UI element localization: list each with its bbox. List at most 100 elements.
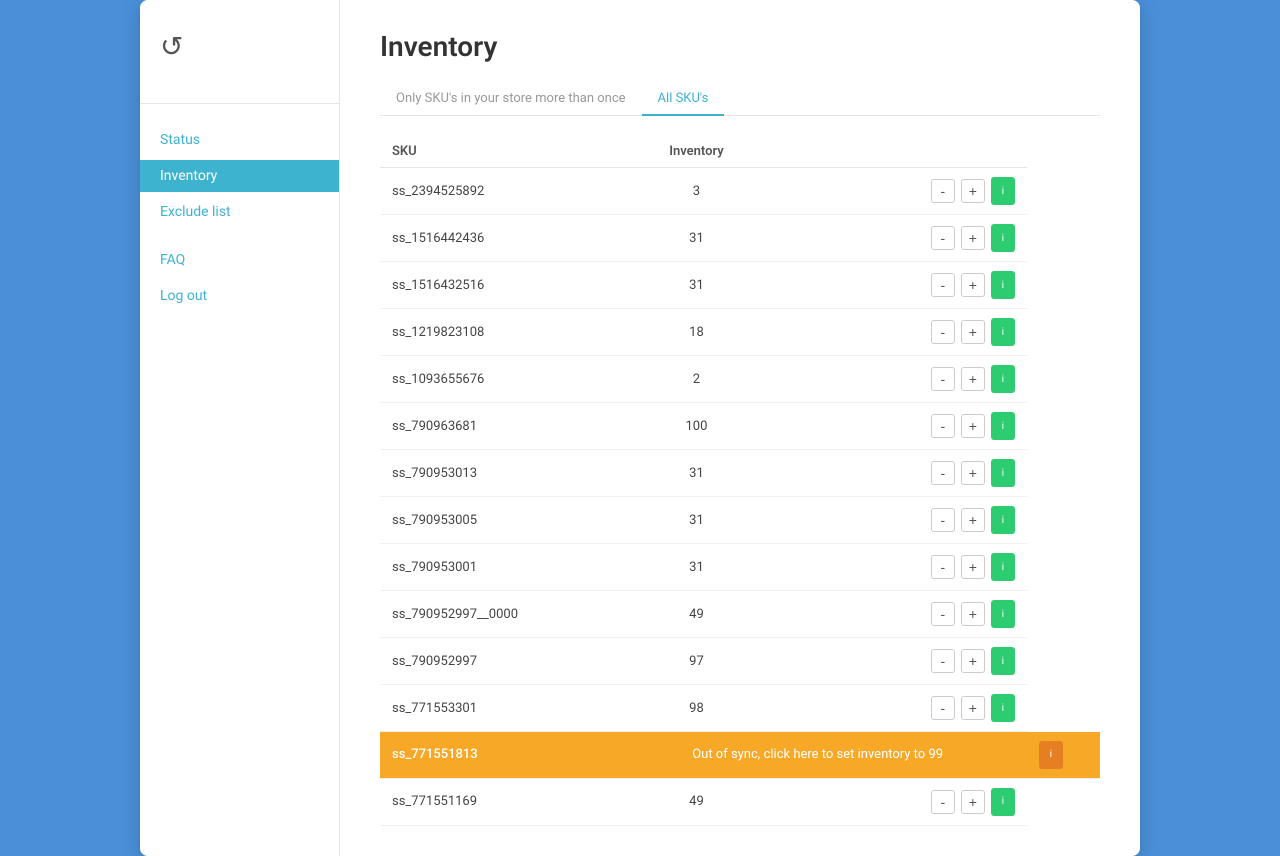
sync-icon-button[interactable]: i [991,506,1015,534]
increment-button[interactable]: + [961,602,985,626]
inventory-value: 31 [608,544,784,591]
inventory-value: 49 [608,778,784,825]
sync-icon-button[interactable]: i [991,647,1015,675]
decrement-button[interactable]: - [931,649,955,673]
sku-cell: ss_771553301 [380,685,608,732]
sidebar-link-exclude-list[interactable]: Exclude list [140,196,339,228]
table-row: ss_79095300531-+i [380,497,1100,544]
sidebar-nav: Status Inventory Exclude list FAQ Log ou… [140,124,339,312]
table-row: ss_79095301331-+i [380,450,1100,497]
decrement-button[interactable]: - [931,461,955,485]
sku-cell: ss_771551169 [380,778,608,825]
sidebar-item-faq[interactable]: FAQ [140,244,339,276]
sync-button[interactable]: i [1039,741,1063,769]
increment-button[interactable]: + [961,414,985,438]
sidebar-link-status[interactable]: Status [140,124,339,156]
table-row: ss_151644243631-+i [380,215,1100,262]
inventory-value: 31 [608,262,784,309]
sync-icon-button[interactable]: i [991,224,1015,252]
page-title: Inventory [380,30,1100,63]
inventory-value: 2 [608,356,784,403]
decrement-button[interactable]: - [931,179,955,203]
increment-button[interactable]: + [961,320,985,344]
increment-button[interactable]: + [961,226,985,250]
controls-cell: -+i [785,403,1027,450]
sku-cell: ss_2394525892 [380,168,608,215]
decrement-button[interactable]: - [931,226,955,250]
increment-button[interactable]: + [961,696,985,720]
sync-btn-cell: i [1027,732,1100,779]
table-row: ss_79095300131-+i [380,544,1100,591]
decrement-button[interactable]: - [931,555,955,579]
table-row: ss_77155116949-+i [380,778,1100,825]
increment-button[interactable]: + [961,555,985,579]
inventory-value: 18 [608,309,784,356]
tab-duplicate-skus[interactable]: Only SKU's in your store more than once [380,83,642,116]
sync-icon-button[interactable]: i [991,459,1015,487]
controls-cell: -+i [785,685,1027,732]
app-window: ↺ Status Inventory Exclude list FAQ Log … [140,0,1140,856]
sku-cell-highlight: ss_771551813 [380,732,608,779]
controls-cell: -+i [785,309,1027,356]
increment-button[interactable]: + [961,367,985,391]
decrement-button[interactable]: - [931,273,955,297]
inventory-value: 31 [608,497,784,544]
sync-message-cell[interactable]: Out of sync, click here to set inventory… [608,732,1027,779]
decrement-button[interactable]: - [931,508,955,532]
increment-button[interactable]: + [961,508,985,532]
increment-button[interactable]: + [961,461,985,485]
sidebar-item-exclude-list[interactable]: Exclude list [140,196,339,228]
inventory-value: 31 [608,215,784,262]
controls-cell: -+i [785,356,1027,403]
decrement-button[interactable]: - [931,414,955,438]
decrement-button[interactable]: - [931,602,955,626]
controls-cell: -+i [785,544,1027,591]
sku-cell: ss_790953013 [380,450,608,497]
controls-cell: -+i [785,778,1027,825]
sku-cell: ss_1219823108 [380,309,608,356]
sidebar-link-faq[interactable]: FAQ [140,244,339,276]
increment-button[interactable]: + [961,790,985,814]
tabs-container: Only SKU's in your store more than once … [380,83,1100,116]
increment-button[interactable]: + [961,179,985,203]
sidebar-item-status[interactable]: Status [140,124,339,156]
sidebar-item-inventory[interactable]: Inventory [140,160,339,192]
table-row: ss_790963681100-+i [380,403,1100,450]
controls-cell: -+i [785,168,1027,215]
sync-icon-button[interactable]: i [991,553,1015,581]
table-row: ss_151643251631-+i [380,262,1100,309]
controls-cell: -+i [785,215,1027,262]
increment-button[interactable]: + [961,273,985,297]
decrement-button[interactable]: - [931,367,955,391]
controls-cell: -+i [785,450,1027,497]
sku-cell: ss_790963681 [380,403,608,450]
sidebar-item-logout[interactable]: Log out [140,280,339,312]
decrement-button[interactable]: - [931,790,955,814]
sync-icon-button[interactable]: i [991,694,1015,722]
inventory-table: SKU Inventory ss_23945258923-+iss_151644… [380,136,1100,826]
sku-cell: ss_790952997__0000 [380,591,608,638]
sidebar-link-inventory[interactable]: Inventory [140,160,339,192]
sync-icon-button[interactable]: i [991,318,1015,346]
tab-all-skus[interactable]: All SKU's [642,83,725,116]
sync-icon-button[interactable]: i [991,600,1015,628]
sidebar-divider [140,103,339,104]
increment-button[interactable]: + [961,649,985,673]
sync-icon-button[interactable]: i [991,177,1015,205]
sku-cell: ss_790953005 [380,497,608,544]
sku-cell: ss_790953001 [380,544,608,591]
inventory-value: 98 [608,685,784,732]
sync-icon-button[interactable]: i [991,365,1015,393]
sidebar: ↺ Status Inventory Exclude list FAQ Log … [140,0,340,856]
table-row: ss_771551813Out of sync, click here to s… [380,732,1100,779]
decrement-button[interactable]: - [931,320,955,344]
sync-icon-button[interactable]: i [991,788,1015,816]
sync-icon-button[interactable]: i [991,412,1015,440]
app-logo-icon: ↺ [160,30,183,63]
controls-cell: -+i [785,497,1027,544]
decrement-button[interactable]: - [931,696,955,720]
sync-icon-button[interactable]: i [991,271,1015,299]
sidebar-link-logout[interactable]: Log out [140,280,339,312]
sku-cell: ss_1516442436 [380,215,608,262]
col-header-sku: SKU [380,136,608,168]
